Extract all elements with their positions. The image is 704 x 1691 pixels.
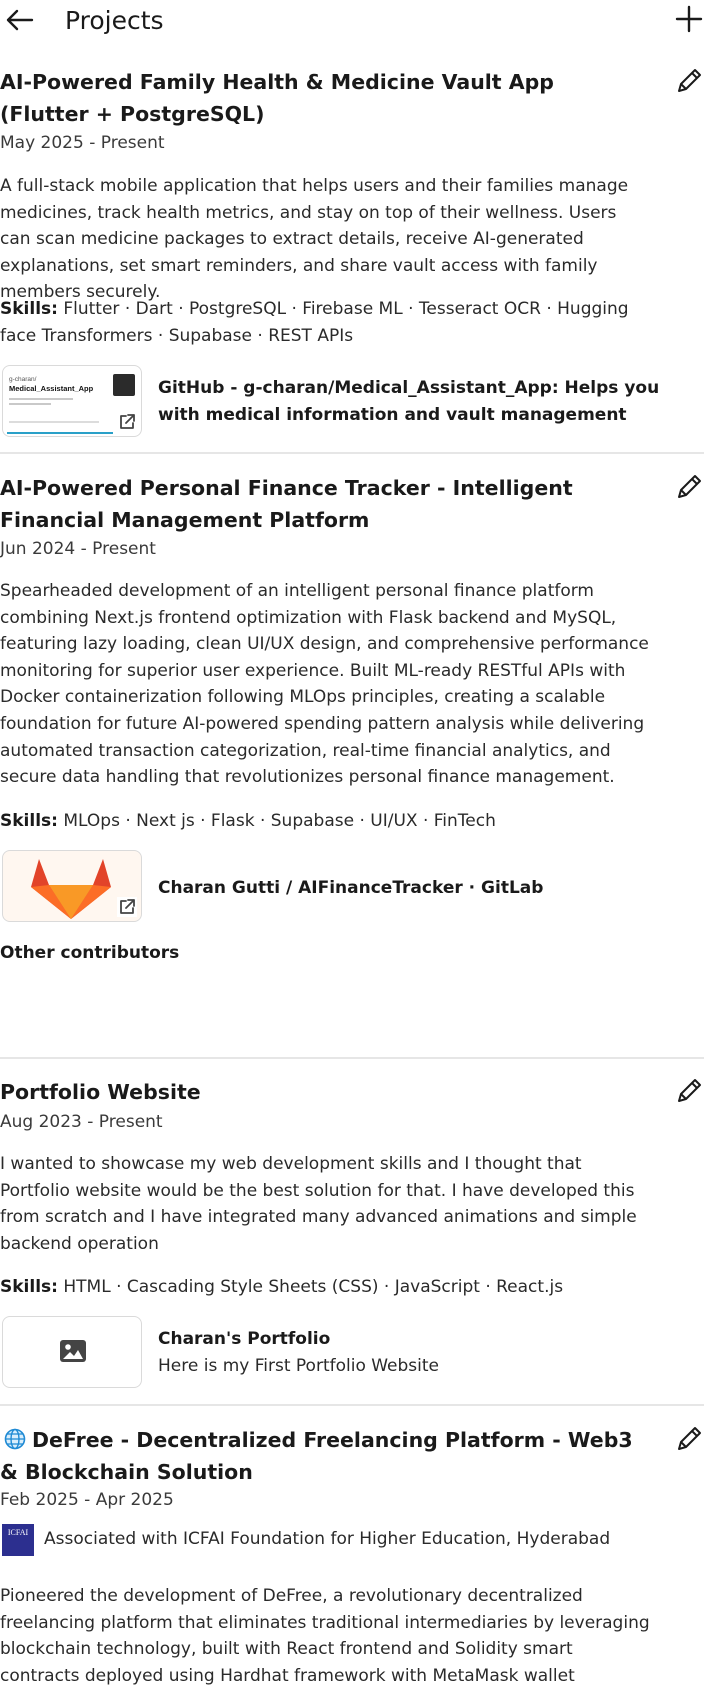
- project-title: DeFree - Decentralized Freelancing Platf…: [0, 1424, 640, 1488]
- projects-page: Projects AI-Powered Family Health & Medi…: [0, 0, 704, 1691]
- association-text: Associated with ICFAI Foundation for Hig…: [44, 1529, 611, 1549]
- icfai-logo: ICFAI: [2, 1524, 34, 1556]
- icfai-logo-text: ICFAI: [7, 1528, 29, 1537]
- project-description: Pioneered the development of DeFree, a r…: [0, 1586, 650, 1686]
- globe-icon: [4, 1428, 26, 1450]
- project-item: DeFree - Decentralized Freelancing Platf…: [0, 0, 704, 1691]
- edit-pencil-icon[interactable]: [674, 1424, 704, 1454]
- association-row: ICFAI Associated with ICFAI Foundation f…: [0, 1524, 704, 1558]
- project-date: Feb 2025 - Apr 2025: [0, 1490, 174, 1510]
- project-title-text: DeFree - Decentralized Freelancing Platf…: [0, 1428, 633, 1484]
